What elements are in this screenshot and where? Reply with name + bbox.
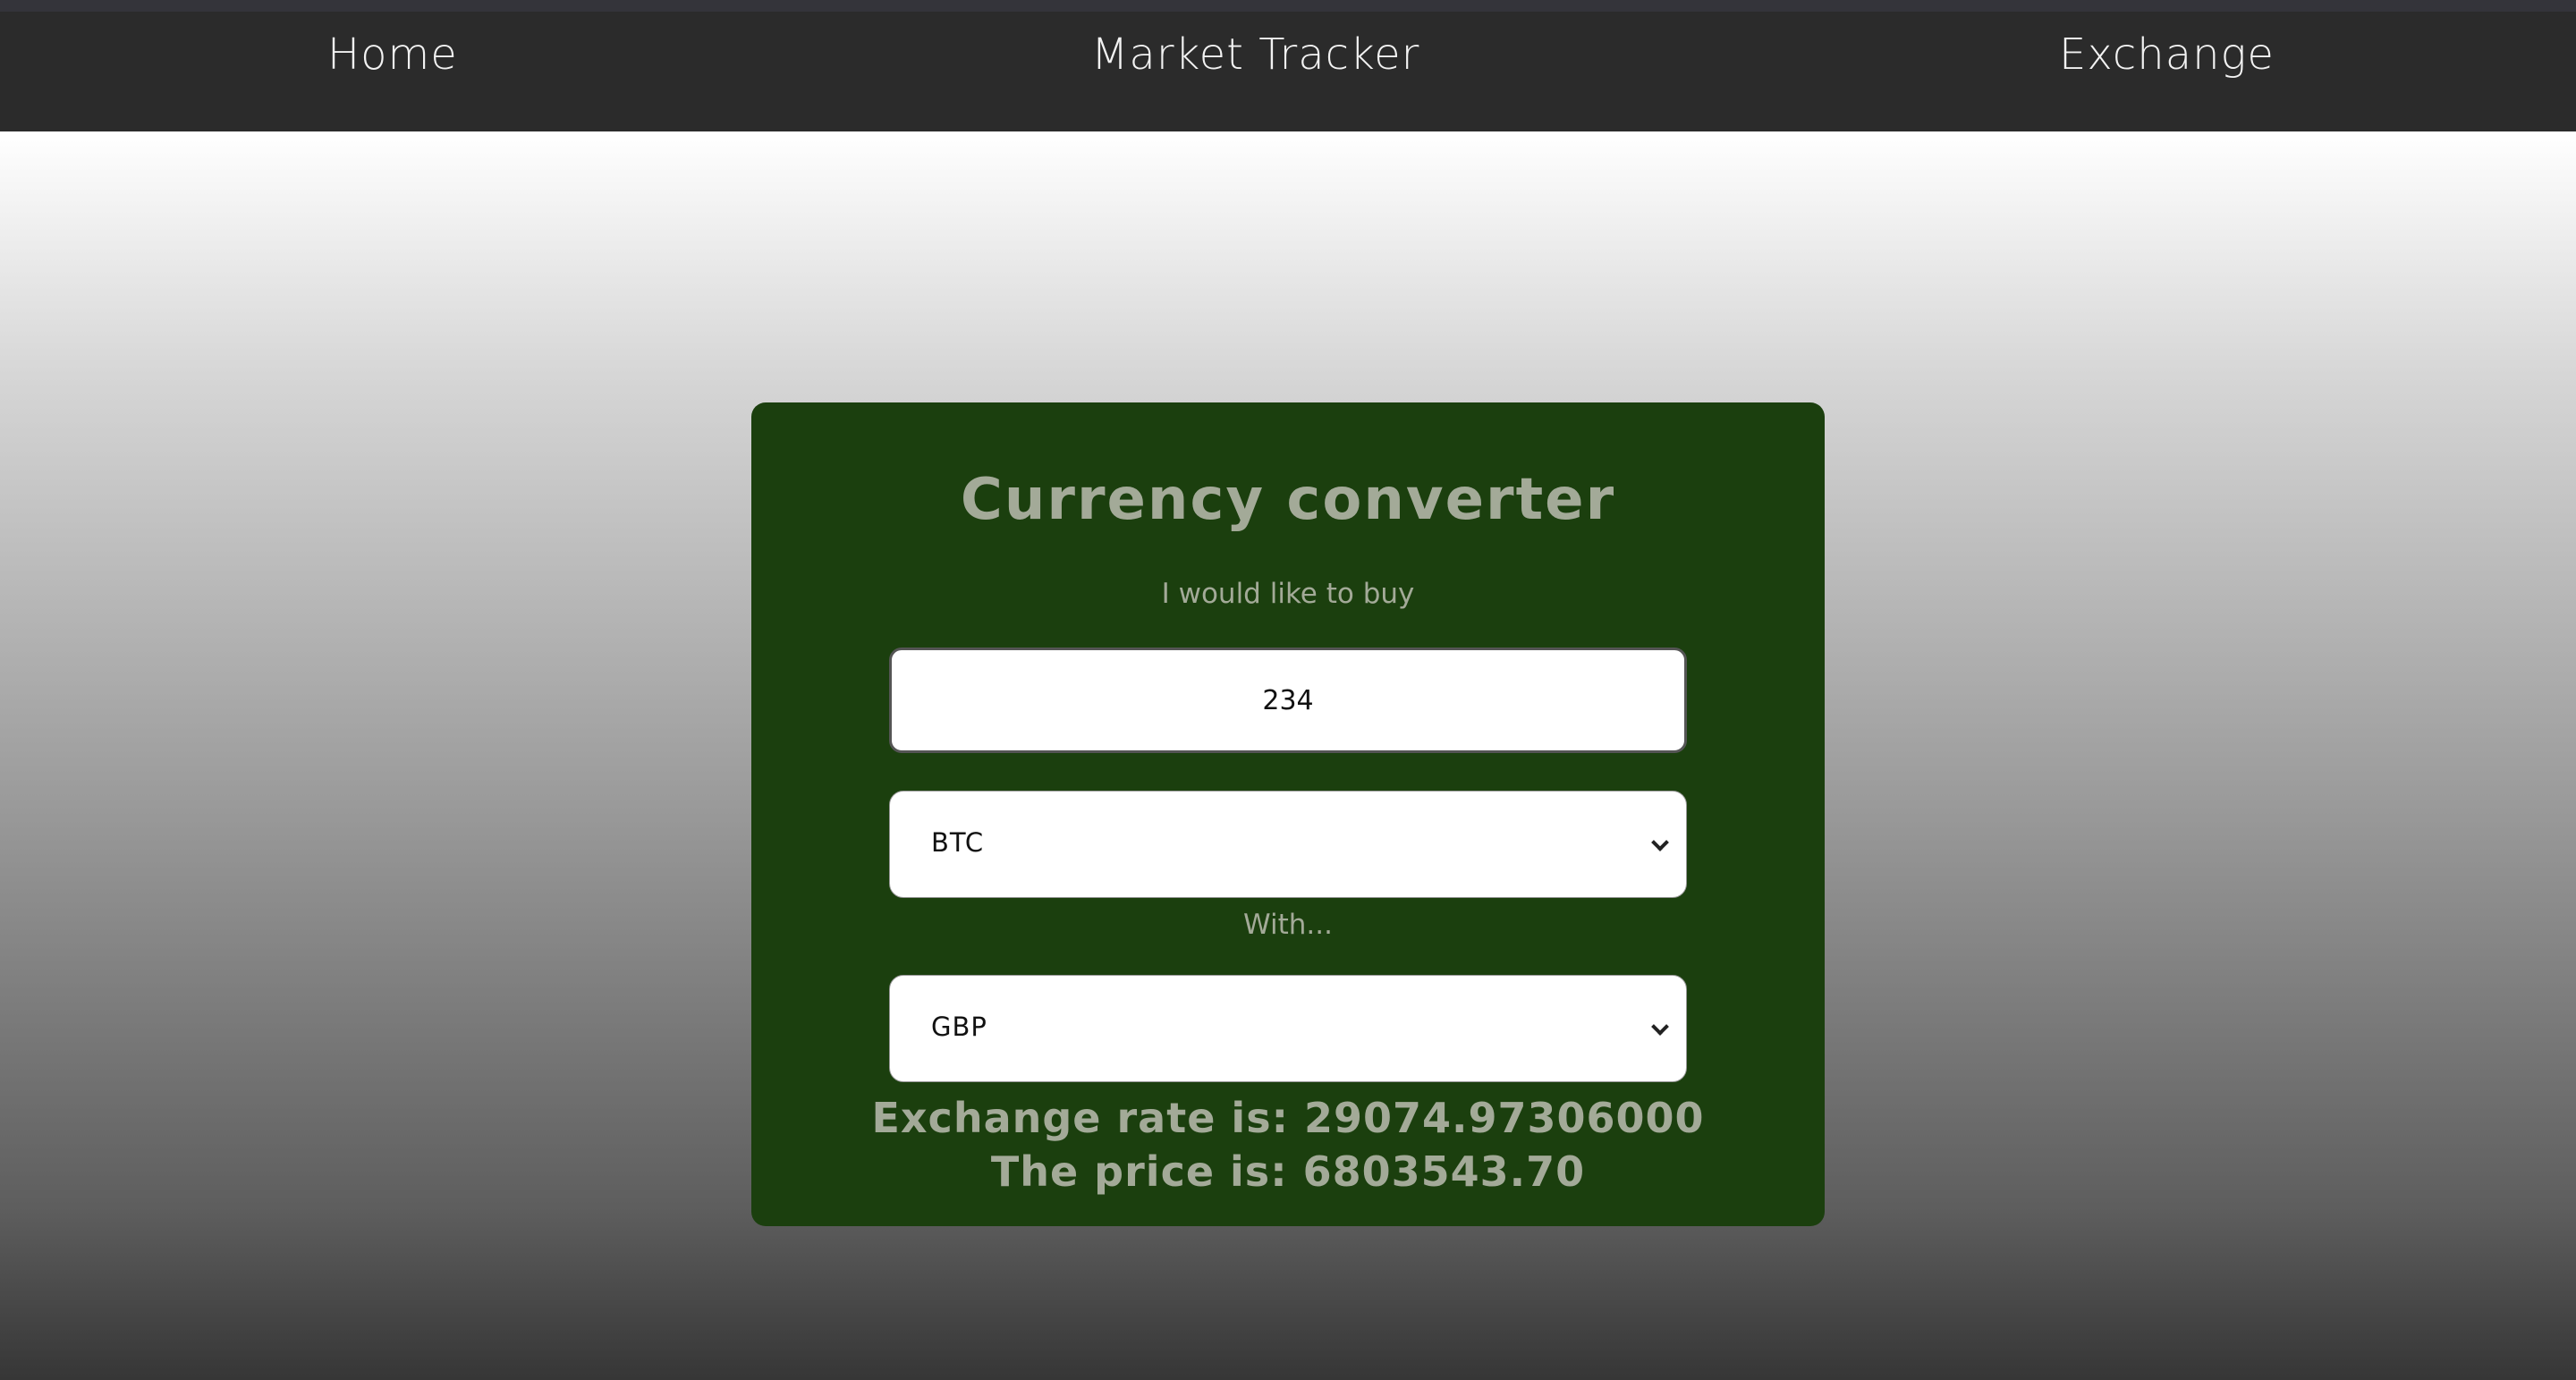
with-label: With... [1243, 909, 1333, 941]
converter-title: Currency converter [960, 467, 1616, 533]
amount-input[interactable] [889, 648, 1687, 753]
top-navigation-bar: Home Market Tracker Exchange [0, 0, 2576, 131]
nav-link-market-tracker[interactable]: Market Tracker [1091, 30, 1419, 80]
chevron-down-icon [1651, 834, 1669, 851]
pay-currency-select[interactable]: GBP [889, 975, 1687, 1082]
chevron-down-icon [1651, 1018, 1669, 1036]
page: Home Market Tracker Exchange Currency co… [0, 0, 2576, 1380]
buy-label: I would like to buy [1161, 578, 1415, 610]
exchange-rate-text: Exchange rate is: 29074.97306000 [871, 1094, 1705, 1142]
buy-currency-value: BTC [931, 827, 985, 858]
pay-currency-value: GBP [931, 1012, 987, 1042]
nav-link-exchange[interactable]: Exchange [2059, 30, 2275, 80]
buy-currency-select[interactable]: BTC [889, 791, 1687, 898]
nav-link-home[interactable]: Home [327, 30, 458, 80]
price-text: The price is: 6803543.70 [990, 1147, 1586, 1196]
